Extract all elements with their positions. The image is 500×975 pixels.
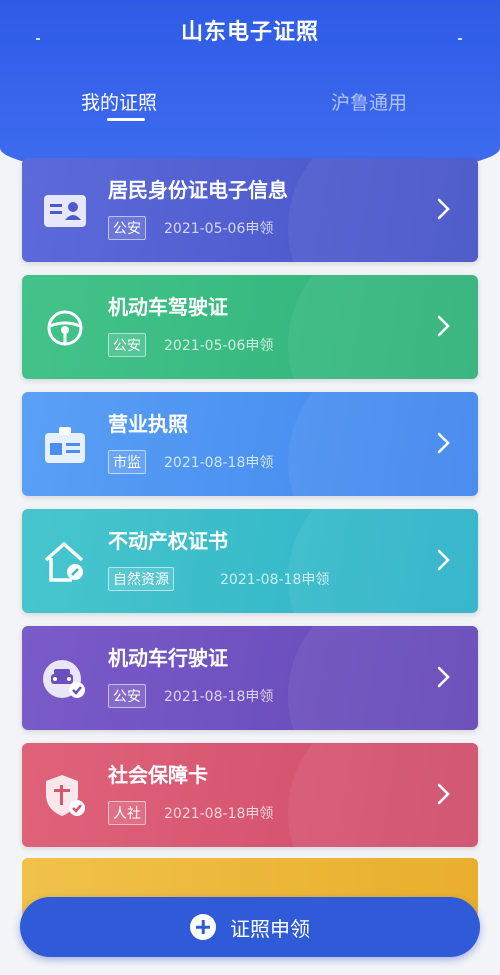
card-title: 不动产权证书 [108,529,228,553]
page-title: 山东电子证照 [180,20,319,45]
chevron-right-icon [437,432,450,454]
tab-shanghai-shandong[interactable]: 沪鲁通用 [331,88,407,115]
car-check-icon [42,656,88,702]
apply-date: 2021-08-18申领 [220,572,330,588]
authority-badge: 自然资源 [108,567,174,591]
apply-license-label: 证照申领 [230,916,310,941]
chevron-right-icon [437,315,450,337]
license-card-id[interactable]: 居民身份证电子信息 公安 2021-05-06申领 [22,158,478,262]
authority-badge: 公安 [108,216,146,240]
apply-date: 2021-08-18申领 [164,806,274,822]
business-license-icon [42,422,88,468]
chevron-right-icon [437,783,450,805]
license-card-business[interactable]: 营业执照 市监 2021-08-18申领 [22,392,478,496]
chevron-right-icon [437,198,450,220]
card-title: 机动车驾驶证 [108,295,228,319]
authority-badge: 公安 [108,684,146,708]
apply-date: 2021-05-06申领 [164,338,274,354]
social-security-shield-icon [42,773,88,819]
plus-icon [190,914,216,940]
authority-badge: 公安 [108,333,146,357]
license-card-social-security[interactable]: 社会保障卡 人社 2021-08-18申领 [22,743,478,847]
apply-date: 2021-08-18申领 [164,689,274,705]
authority-badge: 市监 [108,450,146,474]
authority-badge: 人社 [108,801,146,825]
active-tab-indicator [107,118,145,121]
card-title: 居民身份证电子信息 [108,178,288,202]
license-card-vehicle[interactable]: 机动车行驶证 公安 2021-08-18申领 [22,626,478,730]
apply-date: 2021-08-18申领 [164,455,274,471]
steering-wheel-icon [42,305,88,351]
apply-date: 2021-05-06申领 [164,221,274,237]
card-title: 营业执照 [108,412,188,436]
tab-my-licenses[interactable]: 我的证照 [81,88,157,115]
id-card-icon [42,188,88,234]
license-card-driving[interactable]: 机动车驾驶证 公安 2021-05-06申领 [22,275,478,379]
card-title: 社会保障卡 [108,763,208,787]
apply-license-button[interactable]: 证照申领 [20,897,480,957]
house-key-icon [42,539,88,585]
card-title: 机动车行驶证 [108,646,228,670]
header: 山东电子证照 我的证照 沪鲁通用 [0,0,500,180]
license-card-property[interactable]: 不动产权证书 自然资源 2021-08-18申领 [22,509,478,613]
chevron-right-icon [437,549,450,571]
chevron-right-icon [437,666,450,688]
